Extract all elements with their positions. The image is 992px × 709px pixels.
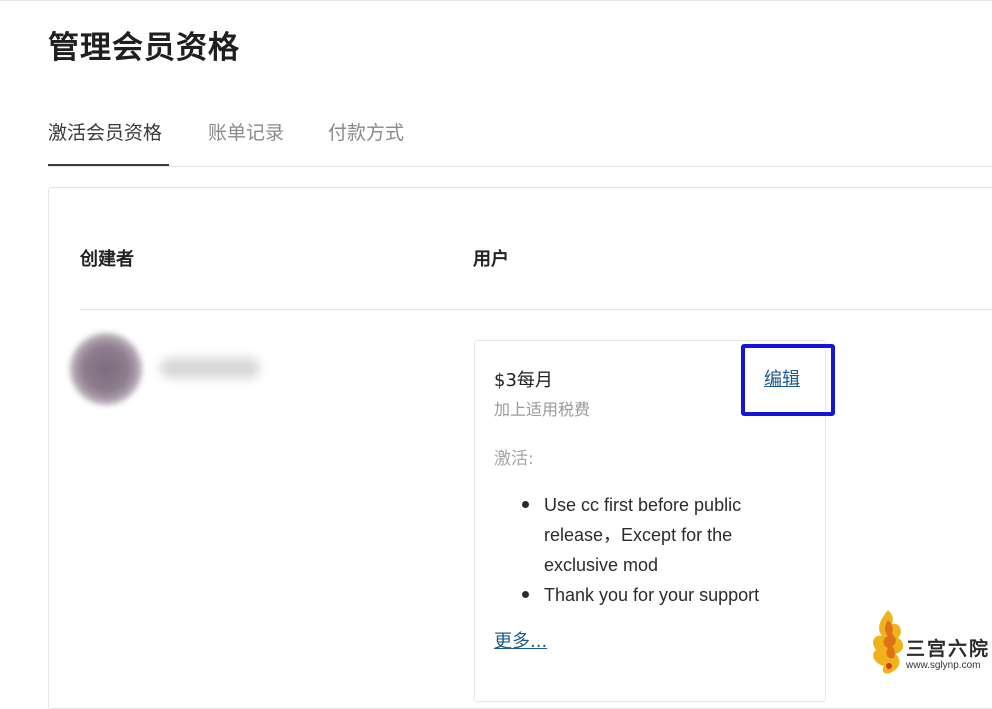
benefit-text: Thank you for your support: [544, 585, 760, 605]
benefits-list: Use cc first before public release，Excep…: [494, 490, 804, 610]
watermark: 三宫六院 www.sglynp.com: [862, 604, 992, 678]
tab-active-memberships[interactable]: 激活会员资格: [48, 118, 162, 145]
column-header-user: 用户: [473, 249, 509, 270]
tier-tax-note: 加上适用税费: [494, 400, 591, 419]
tab-payment-methods[interactable]: 付款方式: [328, 118, 404, 145]
tier-price: $3每月: [494, 370, 553, 391]
tab-bar: 激活会员资格 账单记录 付款方式: [0, 0, 992, 167]
edit-button[interactable]: 编辑: [764, 365, 800, 391]
column-header-creator: 创建者: [80, 249, 134, 270]
benefits-label: 激活:: [494, 449, 534, 469]
bullet-icon: [522, 501, 529, 508]
tabs-divider: [48, 166, 992, 167]
phoenix-flame-icon: [873, 610, 904, 674]
watermark-url: www.sglynp.com: [906, 660, 981, 671]
benefit-item: Thank you for your support: [494, 580, 804, 610]
header-divider: [80, 309, 992, 310]
benefit-item: Use cc first before public release，Excep…: [494, 490, 804, 580]
bullet-icon: [522, 591, 529, 598]
tab-billing-history[interactable]: 账单记录: [208, 118, 284, 145]
benefit-text: Use cc first before public release，Excep…: [544, 495, 742, 575]
watermark-title: 三宫六院: [906, 638, 991, 660]
more-link[interactable]: 更多...: [494, 627, 547, 653]
creator-avatar[interactable]: [70, 333, 142, 405]
creator-name[interactable]: [160, 358, 260, 378]
